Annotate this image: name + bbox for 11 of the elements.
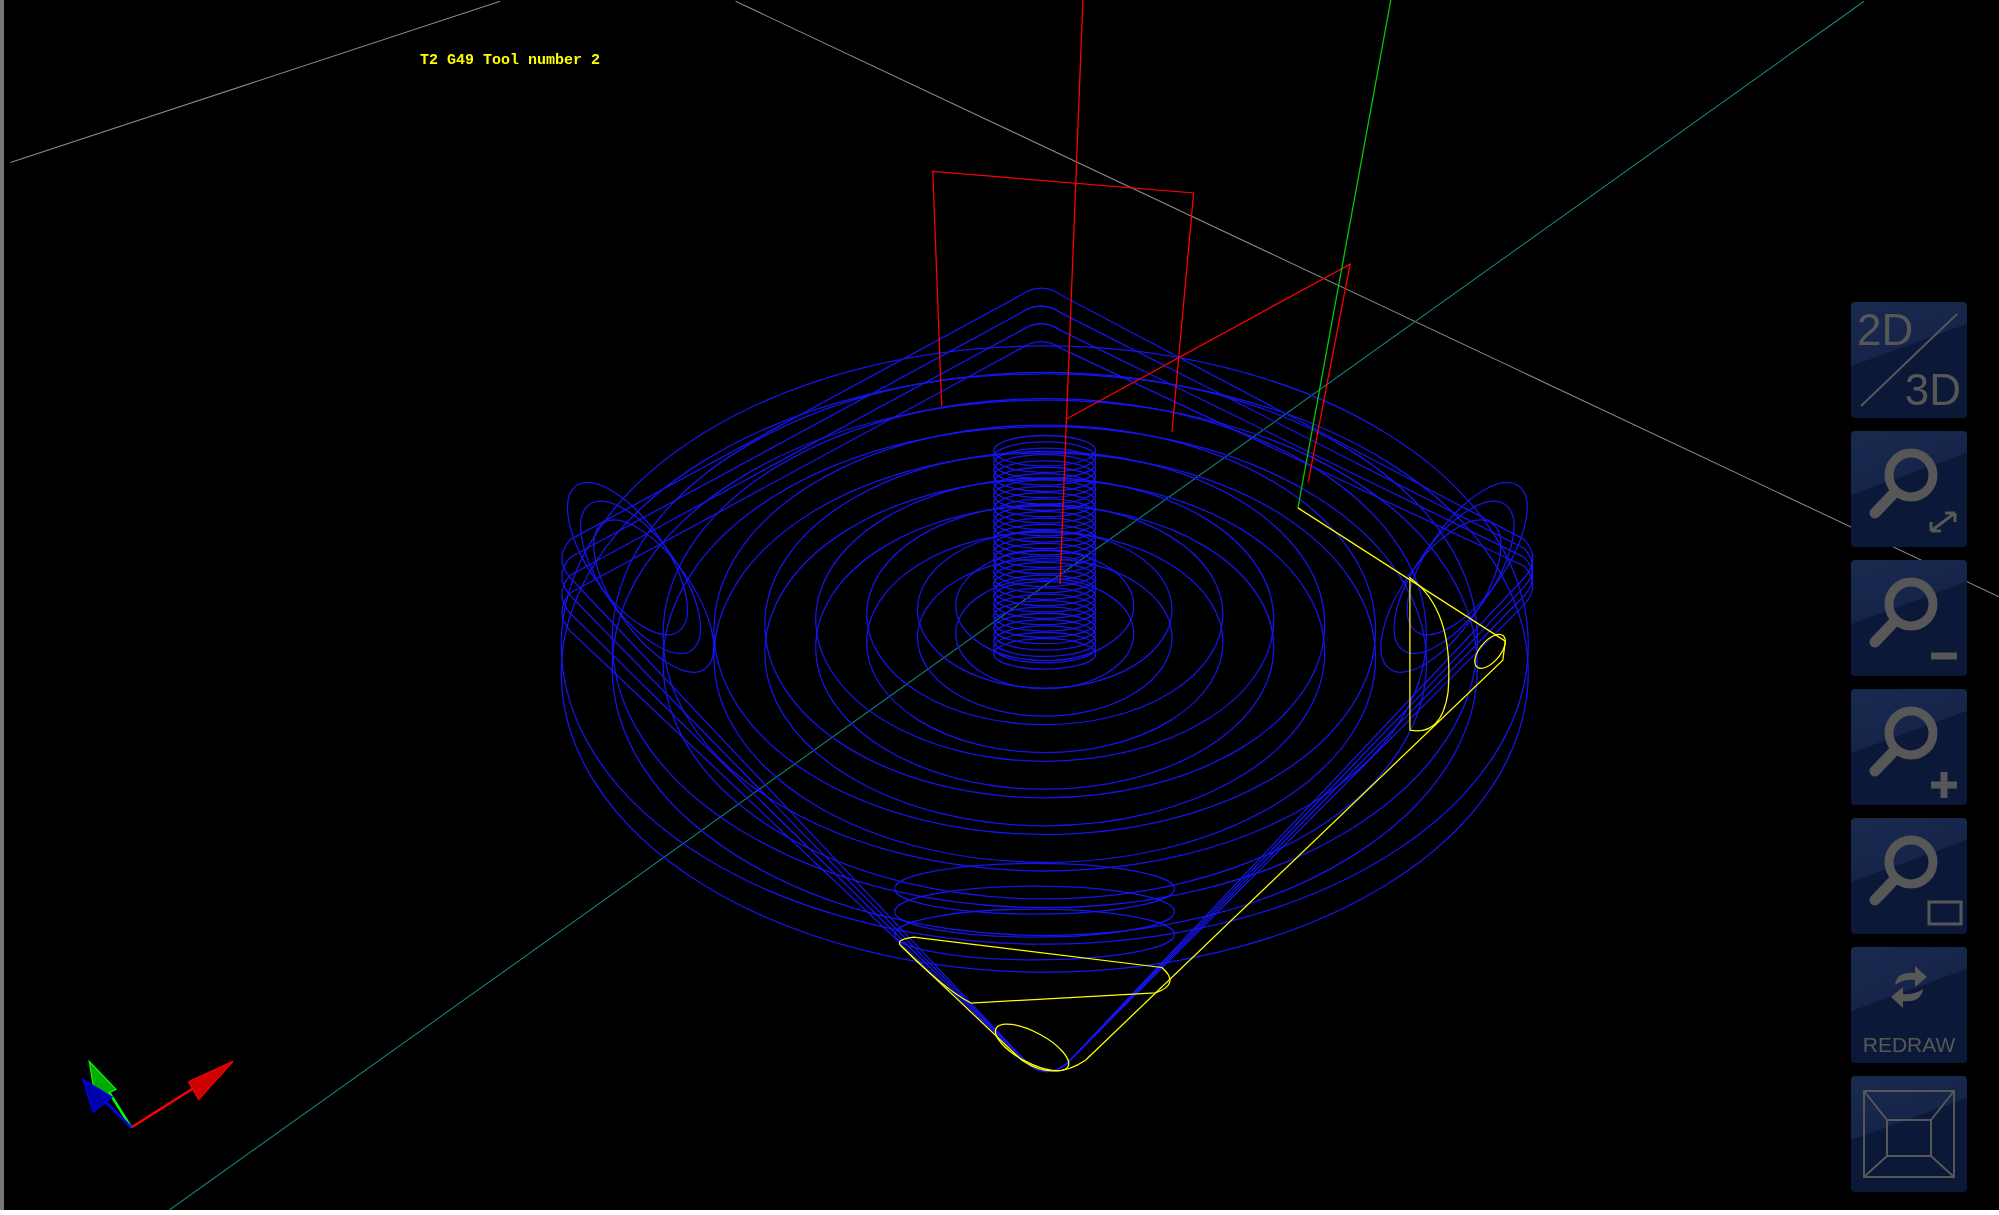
zoom-fit-button[interactable] [1851,431,1967,547]
zoom-in-button[interactable] [1851,689,1967,805]
box-view-icon [1863,1090,1955,1178]
box-view-button[interactable] [1851,1076,1967,1192]
view-mode-toggle-button[interactable]: 2D 3D [1851,302,1967,418]
redraw-button[interactable]: REDRAW [1851,947,1967,1063]
zoom-out-button[interactable] [1851,560,1967,676]
zoom-window-button[interactable] [1851,818,1967,934]
refresh-icon [1889,963,1929,1011]
status-text: T2 G49 Tool number 2 [420,52,601,70]
slash-icon [1859,312,1959,408]
